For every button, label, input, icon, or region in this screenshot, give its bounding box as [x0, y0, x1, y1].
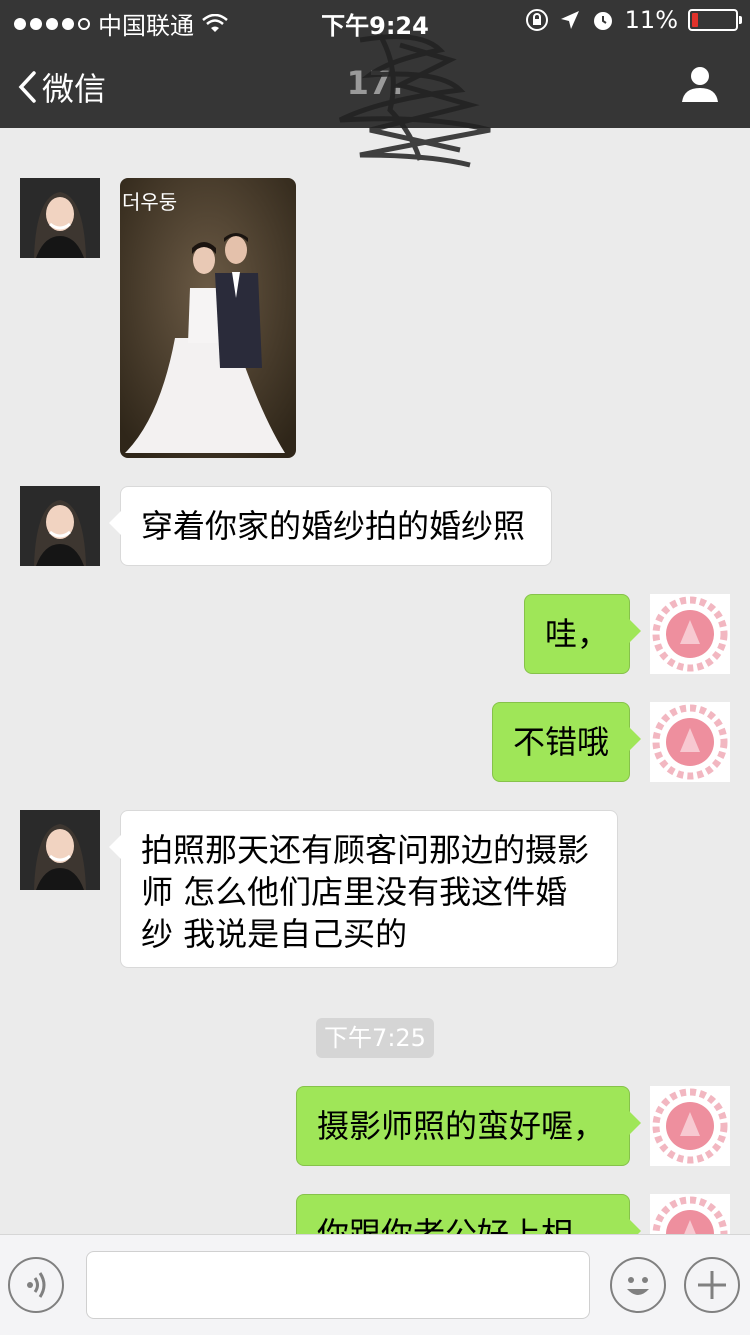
my-avatar[interactable] — [650, 702, 730, 782]
message-text: 摄影师照的蛮好喔， — [317, 1107, 606, 1145]
alarm-icon — [593, 12, 612, 30]
message-line: 师 怎么他们店里没有我这件婚 — [141, 873, 568, 911]
incoming-message[interactable]: 穿着你家的婚纱拍的婚纱照 — [109, 486, 552, 566]
battery-percent: 11% — [624, 6, 678, 34]
message-line: 拍照那天还有顾客问那边的摄影 — [141, 831, 590, 869]
voice-icon — [27, 1272, 46, 1298]
incoming-message[interactable]: 拍照那天还有顾客问那边的摄影 师 怎么他们店里没有我这件婚 纱 我说是自己买的 — [109, 810, 618, 968]
message-line: 纱 我说是自己买的 — [141, 915, 408, 953]
emoji-button[interactable] — [610, 1257, 666, 1313]
outgoing-message[interactable]: 摄影师照的蛮好喔， — [296, 1086, 641, 1166]
chat-area[interactable]: 더우둥 穿着你家的婚纱拍的婚纱照 哇， 不错哦 拍照那天还有顾客问那边的摄影 师… — [0, 128, 750, 1234]
message-text: 你跟你老公好上相 — [317, 1215, 574, 1234]
status-right: 11% — [525, 6, 742, 34]
contact-avatar[interactable] — [20, 178, 100, 258]
location-icon — [560, 11, 579, 29]
timestamp-badge: 下午7:25 — [316, 1018, 434, 1058]
outgoing-message[interactable]: 不错哦 — [492, 702, 641, 782]
my-avatar[interactable] — [650, 1086, 730, 1166]
input-bar — [0, 1234, 750, 1335]
my-avatar[interactable] — [650, 1194, 730, 1234]
contact-avatar[interactable] — [20, 810, 100, 890]
message-text: 哇， — [545, 615, 610, 653]
more-button[interactable] — [684, 1257, 740, 1313]
message-text: 穿着你家的婚纱拍的婚纱照 — [141, 507, 526, 545]
voice-button[interactable] — [8, 1257, 64, 1313]
outgoing-message[interactable]: 你跟你老公好上相 — [296, 1194, 641, 1234]
photo-watermark: 더우둥 — [122, 190, 178, 214]
contact-avatar[interactable] — [20, 486, 100, 566]
wedding-photo[interactable]: 더우둥 — [120, 178, 296, 458]
orientation-lock-icon — [525, 9, 548, 31]
wedding-photo-image — [120, 178, 296, 458]
emoji-icon — [627, 1277, 649, 1295]
message-input[interactable] — [86, 1251, 590, 1319]
battery-icon — [688, 9, 742, 31]
contact-profile-icon[interactable] — [680, 64, 720, 104]
message-text: 不错哦 — [513, 723, 610, 761]
my-avatar[interactable] — [650, 594, 730, 674]
plus-icon — [698, 1271, 726, 1299]
outgoing-message[interactable]: 哇， — [524, 594, 641, 674]
